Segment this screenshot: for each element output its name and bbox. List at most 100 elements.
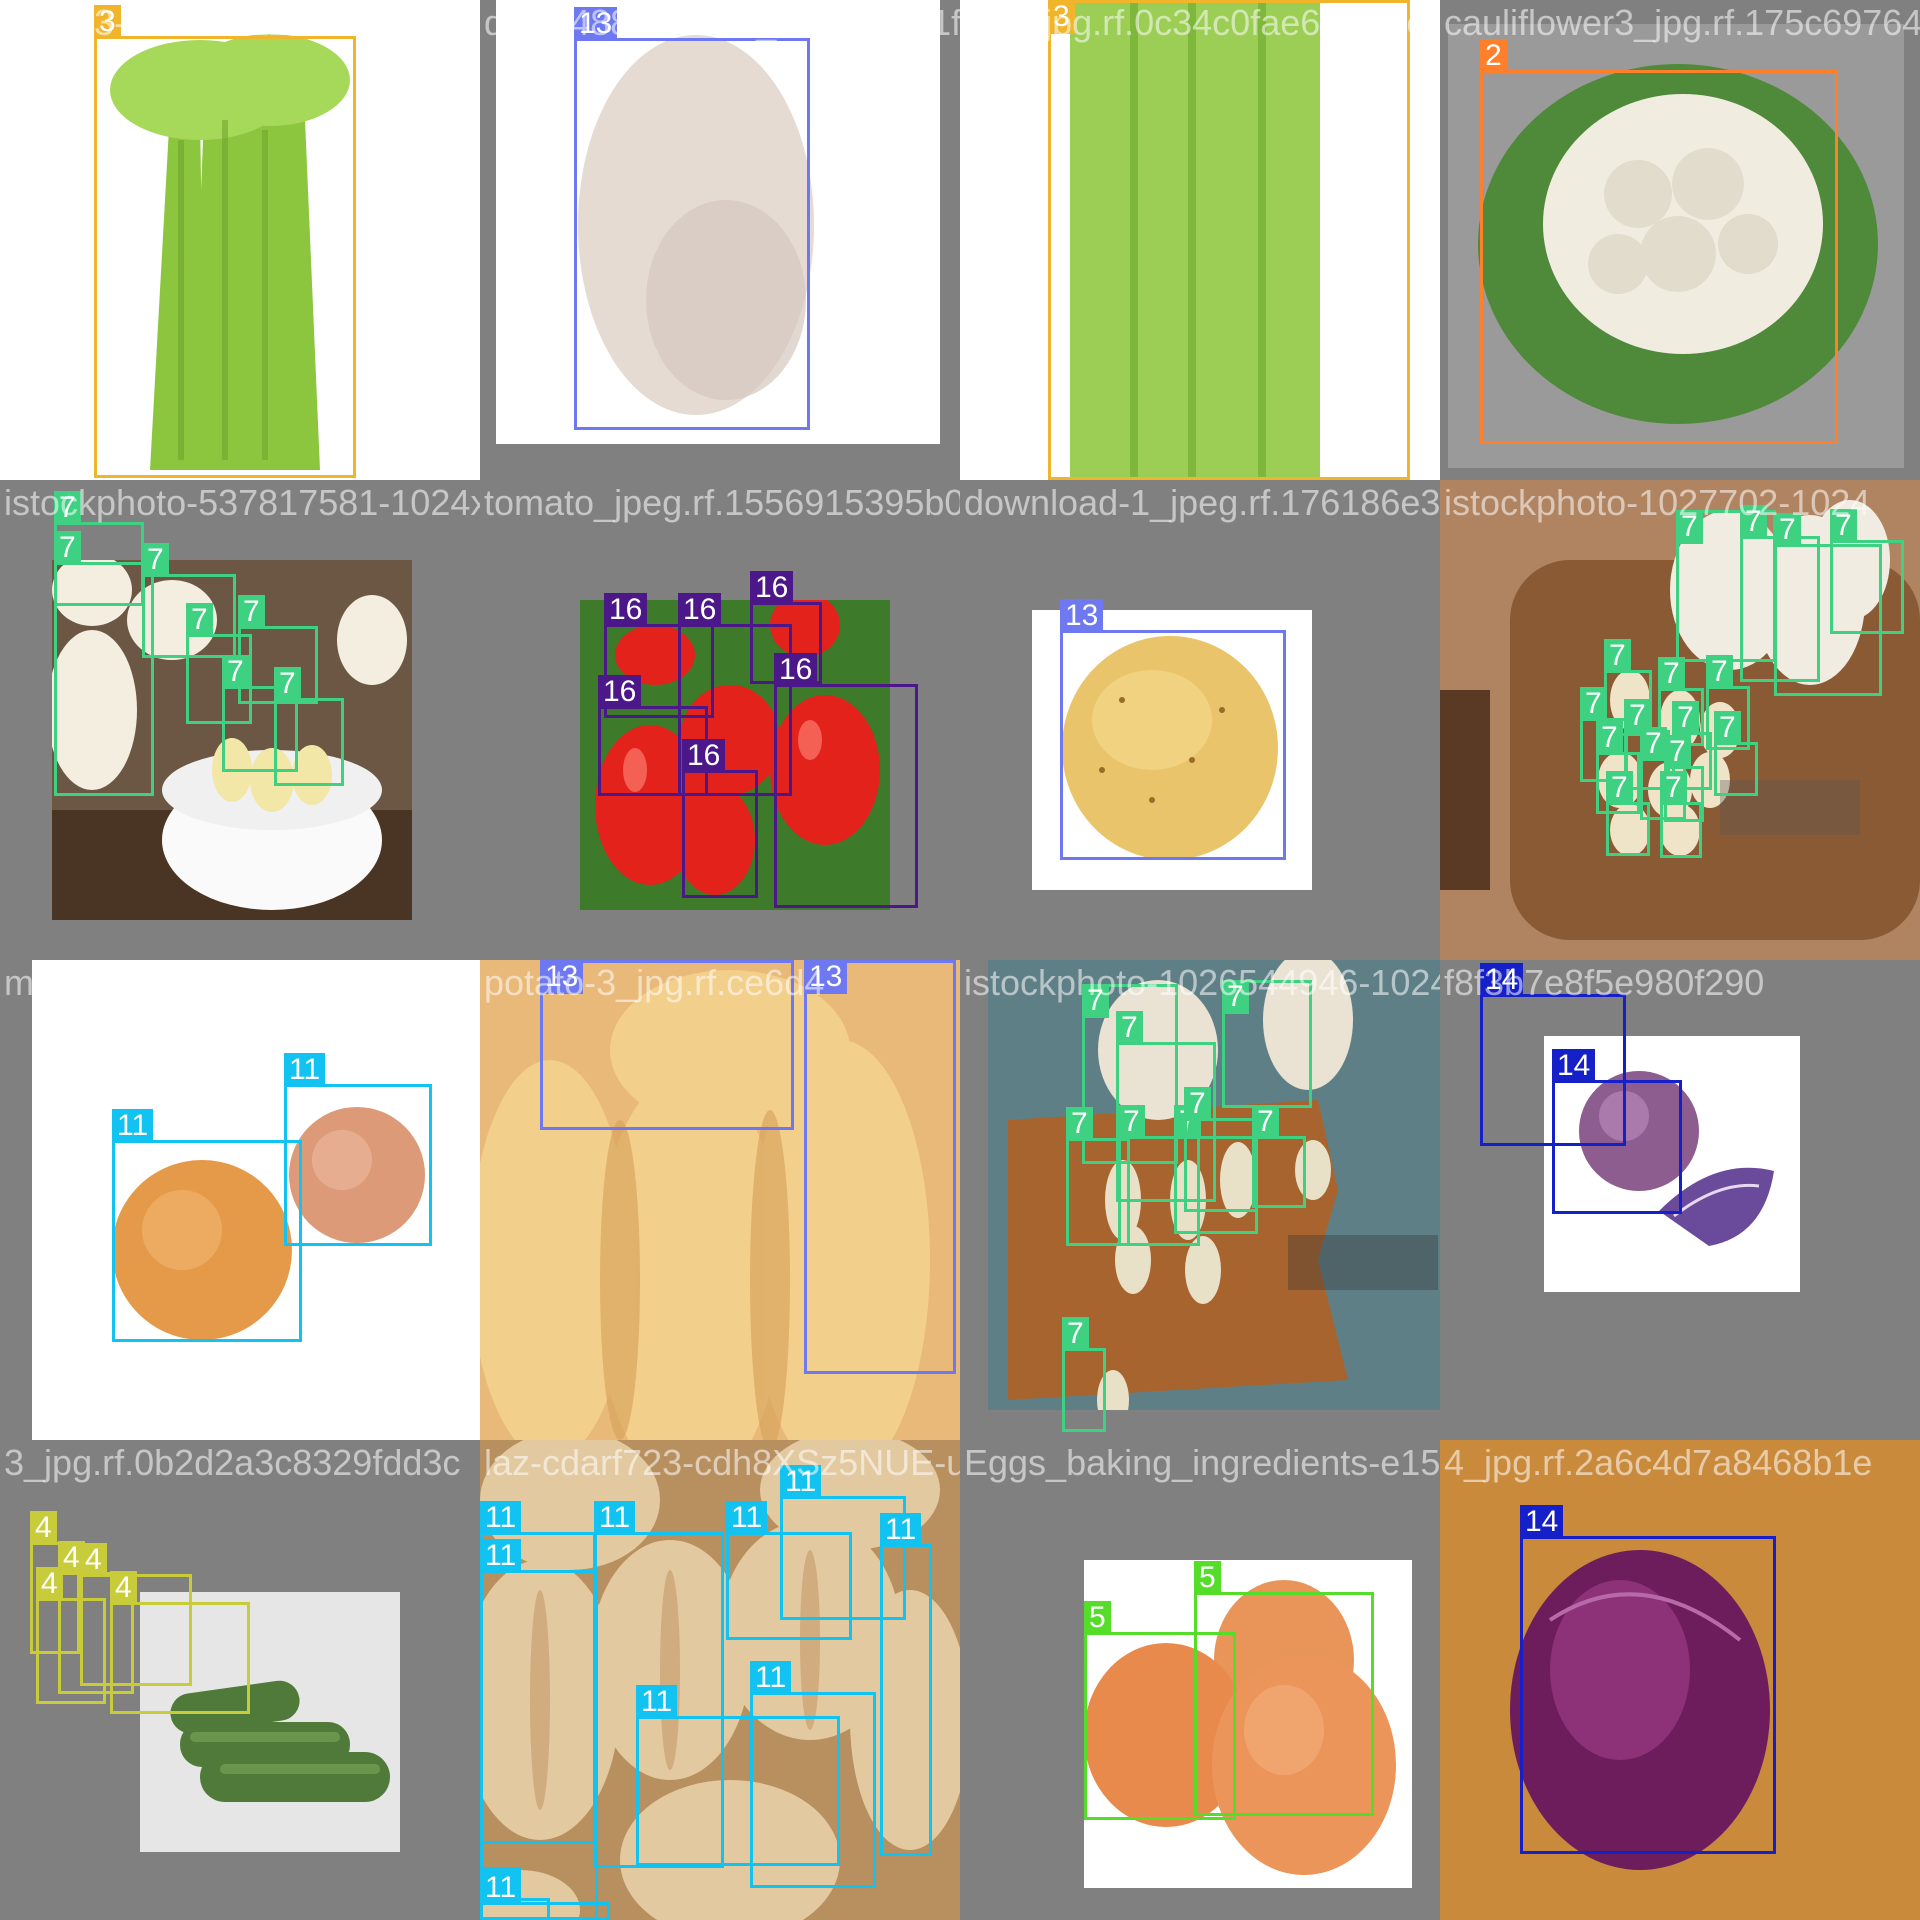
class-label: 14 <box>1552 1049 1596 1083</box>
class-label: 7 <box>1082 984 1109 1018</box>
bounding-box: 7 <box>274 667 344 786</box>
class-label: 16 <box>604 593 648 627</box>
class-label: 7 <box>1664 735 1691 769</box>
tile-cucumber: 4 4 4 4 4 3_jpg.rf.0b2d2a3c8329fdd3c <box>0 1440 480 1920</box>
class-label: 4 <box>110 1571 137 1605</box>
class-label: 7 <box>1606 771 1633 805</box>
bounding-box: 11 <box>480 1871 610 1920</box>
bounding-box: 2 <box>1480 39 1838 444</box>
class-label: 2 <box>1480 39 1507 73</box>
class-label: 7 <box>1640 727 1667 761</box>
bounding-box: 11 <box>284 1053 432 1246</box>
bounding-box: 7 <box>1222 980 1312 1108</box>
bounding-box: 7 <box>1606 771 1650 856</box>
class-label: 7 <box>222 655 249 689</box>
class-label: 16 <box>682 739 726 773</box>
bounding-box: 7 <box>1830 509 1904 634</box>
class-label: 7 <box>1184 1087 1211 1121</box>
class-label: 13 <box>804 960 848 994</box>
class-label: 7 <box>1222 980 1249 1014</box>
class-label: 3 <box>1048 0 1075 34</box>
bounding-box: 11 <box>112 1109 302 1342</box>
class-label: 7 <box>1706 655 1733 689</box>
image-filename: 3_jpg.rf.0b2d2a3c8329fdd3c <box>4 1442 461 1483</box>
bounding-box: 13 <box>540 960 794 1130</box>
bounding-box: 11 <box>880 1513 932 1856</box>
tile-cauliflower: 2 cauliflower3_jpg.rf.175c69764 <box>1440 0 1920 480</box>
tile-onion-1: 1111mockup-graphics-bC1fXU1v98w-unsplash… <box>0 960 480 1440</box>
bounding-box: 7 <box>1714 711 1758 796</box>
bounding-box: 16 <box>682 739 758 898</box>
class-label: 7 <box>1676 510 1703 544</box>
tile-eggs: 5 5 Eggs_baking_ingredients-e1545136 <box>960 1440 1440 1920</box>
bounding-box: 13 <box>1060 599 1286 860</box>
class-label: 3 <box>94 5 121 39</box>
class-label: 7 <box>186 603 213 637</box>
bounding-box: 7 <box>54 491 144 606</box>
image-filename: Eggs_baking_ingredients-e1545136 <box>964 1442 1440 1483</box>
class-label: 11 <box>480 1501 522 1535</box>
class-label: 5 <box>1194 1561 1221 1595</box>
class-label: 13 <box>574 7 618 41</box>
class-label: 7 <box>274 667 301 701</box>
class-label: 7 <box>1596 721 1623 755</box>
bounding-box: 16 <box>774 653 918 908</box>
class-label: 7 <box>1830 509 1857 543</box>
tile-cabbage-2: 14 4_jpg.rf.2a6c4d7a8468b1e <box>1440 1440 1920 1920</box>
class-label: 7 <box>1740 505 1767 539</box>
tile-celery-1: 3 0EC13-2D5-3D11-4B2B-B807 <box>0 0 480 480</box>
class-label: 16 <box>750 571 794 605</box>
bounding-box: 7 <box>1252 1105 1306 1208</box>
class-label: 7 <box>1118 1105 1145 1139</box>
class-label: 7 <box>54 491 81 525</box>
tile-potato-3: 13 13 potato-3_jpg.rf.ce6d4 <box>480 960 960 1440</box>
class-label: 11 <box>726 1501 768 1535</box>
bounding-box: 13 <box>804 960 956 1374</box>
tile-tomato: 16 16 16 16 16 16 tomato_jpeg.rf.1556915395b00… <box>480 480 960 960</box>
class-label: 7 <box>1580 687 1607 721</box>
tile-garlic-2: 7 7 7 7 7 7 7 7 7 7 7 7 7 7 7 7 istockphoto-1027702-1024 <box>1440 480 1920 960</box>
class-label: 16 <box>598 675 642 709</box>
tile-cabbage-1: 14 14 f8f3b7e8f5e980f290 <box>1440 960 1920 1440</box>
tile-onion-2: 11111111111111111111laz-cdarf723-cdh8XSz… <box>480 1440 960 1920</box>
class-label: 11 <box>284 1053 326 1087</box>
tile-celery-2: 3 3f3f_jpg.rf.0c34c0fae63c_jpeg.rf <box>960 0 1440 480</box>
class-label: 11 <box>750 1661 792 1695</box>
class-label: 11 <box>880 1513 922 1547</box>
class-label: 11 <box>780 1465 822 1499</box>
class-label: 7 <box>1658 657 1685 691</box>
class-label: 7 <box>1604 639 1631 673</box>
bounding-box: 14 <box>1520 1505 1776 1854</box>
bounding-box: 3 <box>1048 0 1410 480</box>
class-label: 14 <box>1520 1505 1564 1539</box>
bounding-box: 4 <box>110 1571 250 1714</box>
bounding-box: 16 <box>750 571 822 684</box>
image-filename: tomato_jpeg.rf.1556915395b0039c1198895 <box>484 482 960 523</box>
tile-garlic-3: 777777777istockphoto-1026544946-1024x102… <box>960 960 1440 1440</box>
class-label: 16 <box>678 593 722 627</box>
class-label: 11 <box>594 1501 636 1535</box>
class-label: 7 <box>1660 771 1687 805</box>
class-label: 13 <box>540 960 584 994</box>
class-label: 14 <box>1480 963 1524 997</box>
class-label: 5 <box>1084 1601 1111 1635</box>
tile-potato-2: 13 download-1_jpeg.rf.176186e337b6660e8e7… <box>960 480 1440 960</box>
bounding-box: 11 <box>636 1685 840 1866</box>
class-label: 7 <box>142 543 169 577</box>
bounding-box: 5 <box>1194 1561 1374 1816</box>
class-label: 11 <box>112 1109 154 1143</box>
class-label: 13 <box>1060 599 1104 633</box>
class-label: 7 <box>1252 1105 1279 1139</box>
bounding-box: 11 <box>480 1501 596 1844</box>
bounding-box: 7 <box>1660 771 1702 858</box>
tile-potato-1: 13ddwn48882580R_506b63111f2756_02a9602a_… <box>480 0 960 480</box>
class-label: 7 <box>1066 1107 1093 1141</box>
tile-garlic-1: 7777777istockphoto-537817581-1024x1024_j… <box>0 480 480 960</box>
bounding-box: 14 <box>1552 1049 1682 1214</box>
class-label: 7 <box>1774 513 1801 547</box>
detection-mosaic: 3 0EC13-2D5-3D11-4B2B-B807 13 ddwn48882580… <box>0 0 1920 1920</box>
image-filename: download-1_jpeg.rf.176186e337b6660e8e77 <box>964 482 1440 523</box>
class-label: 7 <box>1672 701 1699 735</box>
class-label: 7 <box>1714 711 1741 745</box>
bounding-box: 7 <box>1184 1087 1258 1212</box>
